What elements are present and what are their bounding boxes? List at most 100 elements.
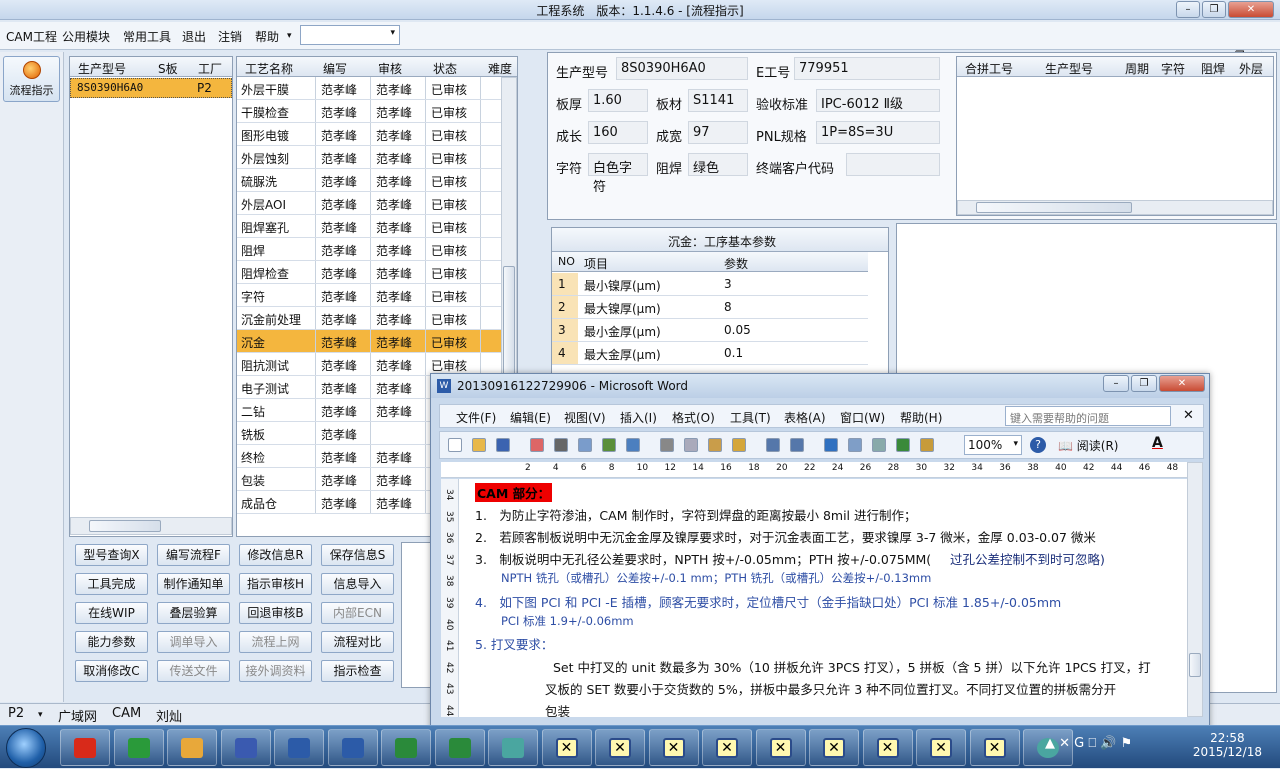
- undo-icon[interactable]: [766, 438, 780, 452]
- word-menu-item[interactable]: 格式(O): [672, 409, 715, 426]
- save-icon[interactable]: [496, 438, 510, 452]
- action-button[interactable]: 制作通知单: [157, 573, 230, 595]
- action-button[interactable]: 取消修改C: [75, 660, 148, 682]
- process-row[interactable]: 硫脲洗 范孝峰 范孝峰 已审核: [237, 169, 501, 192]
- col-merge-char[interactable]: 字符: [1157, 60, 1185, 77]
- col-reviewer[interactable]: 审核: [374, 60, 402, 77]
- col-param[interactable]: 参数: [720, 255, 748, 272]
- pnl-field[interactable]: 1P=8S=3U: [816, 121, 940, 144]
- minimize-button[interactable]: –: [1176, 1, 1200, 18]
- word-menu-item[interactable]: 视图(V): [564, 409, 606, 426]
- flow-indicator-button[interactable]: 流程指示: [3, 56, 60, 102]
- taskbar-window-icon[interactable]: ✕: [969, 729, 1020, 766]
- taskbar-window-icon[interactable]: ✕: [595, 729, 645, 766]
- menu-combo[interactable]: ▾: [300, 25, 400, 45]
- word-help-search[interactable]: 键入需要帮助的问题: [1005, 406, 1171, 426]
- redo-icon[interactable]: [790, 438, 804, 452]
- menu-tools[interactable]: 常用工具: [123, 28, 171, 45]
- copy-icon[interactable]: [684, 438, 698, 452]
- vertical-ruler[interactable]: 34 35 36 37 38 39 40 41 42 43 44: [441, 479, 459, 717]
- param-row[interactable]: 4 最大金厚(μm) 0.1: [552, 342, 868, 365]
- taskbar-excel2-icon[interactable]: [434, 729, 485, 766]
- word-doc-close-icon[interactable]: ✕: [1183, 408, 1194, 423]
- taskbar-word1-icon[interactable]: [274, 729, 324, 766]
- cut-icon[interactable]: [660, 438, 674, 452]
- action-button[interactable]: 工具完成: [75, 573, 148, 595]
- print-icon[interactable]: [554, 438, 568, 452]
- status-dropdown-icon[interactable]: ▾: [38, 710, 43, 720]
- paste-icon[interactable]: [708, 438, 722, 452]
- thickness-field[interactable]: 1.60: [588, 89, 648, 112]
- status-factory[interactable]: P2: [8, 706, 24, 721]
- clock[interactable]: 22:58 2015/12/18: [1193, 731, 1262, 759]
- width-field[interactable]: 97: [688, 121, 748, 144]
- action-button[interactable]: 调单导入: [157, 631, 230, 653]
- col-factory[interactable]: 工厂: [194, 60, 222, 77]
- insert-table-icon[interactable]: [872, 438, 886, 452]
- action-button[interactable]: 内部ECN: [321, 602, 394, 624]
- action-button[interactable]: 流程上网: [239, 631, 312, 653]
- read-mode-button[interactable]: 📖 阅读(R): [1058, 437, 1118, 454]
- standard-field[interactable]: IPC-6012 Ⅱ级: [816, 89, 940, 112]
- taskbar-window-icon[interactable]: ✕: [541, 729, 592, 766]
- col-product-model[interactable]: 生产型号: [74, 60, 126, 77]
- font-color-icon[interactable]: A: [1152, 435, 1163, 451]
- col-merge-outer[interactable]: 外层: [1235, 60, 1263, 77]
- action-button[interactable]: 指示检查: [321, 660, 394, 682]
- product-row[interactable]: 8S0390H6A0 P2: [70, 78, 232, 98]
- tray-icons[interactable]: ▲ ✕ G ⎕ 🔊 ⚑: [1045, 736, 1175, 760]
- menu-logout[interactable]: 注销: [218, 28, 242, 45]
- excel-icon[interactable]: [896, 438, 910, 452]
- permission-icon[interactable]: [530, 438, 544, 452]
- length-field[interactable]: 160: [588, 121, 648, 144]
- format-painter-icon[interactable]: [732, 438, 746, 452]
- taskbar-app-g-icon[interactable]: [60, 729, 110, 766]
- new-icon[interactable]: [448, 438, 462, 452]
- material-field[interactable]: S1141: [688, 89, 748, 112]
- action-button[interactable]: 叠层验算: [157, 602, 230, 624]
- action-button[interactable]: 型号查询X: [75, 544, 148, 566]
- action-button[interactable]: 接外调资料: [239, 660, 312, 682]
- col-merge-mask[interactable]: 阻焊: [1197, 60, 1225, 77]
- process-row[interactable]: 图形电镀 范孝峰 范孝峰 已审核: [237, 123, 501, 146]
- menu-exit[interactable]: 退出: [182, 28, 206, 45]
- char-field[interactable]: 白色字符: [588, 153, 648, 195]
- action-button[interactable]: 编写流程F: [157, 544, 230, 566]
- start-button[interactable]: [6, 728, 46, 768]
- process-row[interactable]: 外层蚀刻 范孝峰 范孝峰 已审核: [237, 146, 501, 169]
- taskbar-window-icon[interactable]: ✕: [862, 729, 913, 766]
- taskbar-excel1-icon[interactable]: [381, 729, 431, 766]
- open-icon[interactable]: [472, 438, 486, 452]
- word-minimize-button[interactable]: –: [1103, 375, 1129, 392]
- taskbar-app-p-icon[interactable]: [113, 729, 164, 766]
- eno-field[interactable]: 779951: [794, 57, 940, 80]
- spell-icon[interactable]: [602, 438, 616, 452]
- col-author[interactable]: 编写: [319, 60, 347, 77]
- product-hscroll[interactable]: [70, 517, 232, 535]
- menu-overflow-icon[interactable]: ▾: [287, 31, 292, 41]
- word-menu-item[interactable]: 工具(T): [730, 409, 771, 426]
- col-no[interactable]: NO: [554, 255, 575, 268]
- word-menu-item[interactable]: 表格(A): [784, 409, 826, 426]
- col-merge-cycle[interactable]: 周期: [1121, 60, 1149, 77]
- word-menu-item[interactable]: 编辑(E): [510, 409, 551, 426]
- drawing-icon[interactable]: [920, 438, 934, 452]
- model-field[interactable]: 8S0390H6A0: [616, 57, 748, 80]
- hyperlink-icon[interactable]: [824, 438, 838, 452]
- taskbar-window-icon[interactable]: ✕: [809, 729, 859, 766]
- process-row[interactable]: 外层AOI 范孝峰 范孝峰 已审核: [237, 192, 501, 215]
- merge-hscroll[interactable]: [957, 200, 1273, 215]
- customer-code-field[interactable]: [846, 153, 940, 176]
- action-button[interactable]: 流程对比: [321, 631, 394, 653]
- note-box[interactable]: [401, 542, 431, 688]
- taskbar-window-icon[interactable]: ✕: [702, 729, 752, 766]
- word-menu-item[interactable]: 文件(F): [456, 409, 496, 426]
- taskbar-window-icon[interactable]: ✕: [755, 729, 806, 766]
- taskbar-save-icon[interactable]: [220, 729, 271, 766]
- word-menu-item[interactable]: 窗口(W): [840, 409, 885, 426]
- action-button[interactable]: 回退审核B: [239, 602, 312, 624]
- menu-help[interactable]: 帮助: [255, 28, 279, 45]
- word-restore-button[interactable]: ❐: [1131, 375, 1157, 392]
- param-row[interactable]: 2 最大镍厚(μm) 8: [552, 296, 868, 319]
- col-item[interactable]: 项目: [580, 255, 608, 272]
